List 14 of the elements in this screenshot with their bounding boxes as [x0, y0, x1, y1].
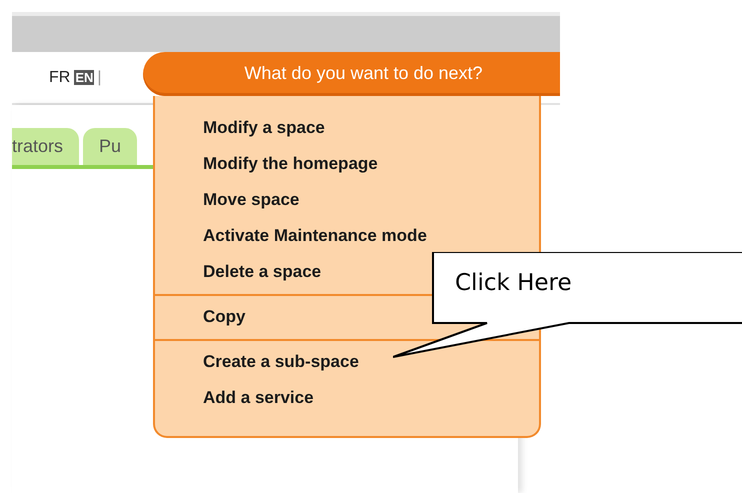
language-link[interactable]: EN — [74, 70, 94, 85]
tab[interactable]: trators — [12, 128, 80, 165]
language-link[interactable]: FR — [48, 68, 72, 86]
tab[interactable]: Pu — [83, 128, 138, 165]
menu-item[interactable]: Move space — [203, 182, 300, 218]
menu-item[interactable]: Create a sub-space — [203, 344, 359, 380]
click-here-tooltip: Click Here — [393, 252, 742, 358]
menu-item[interactable]: Modify a space — [203, 110, 325, 146]
separator-text: | — [97, 68, 102, 86]
menu-item[interactable]: Activate Maintenance mode — [203, 218, 427, 254]
menu-item[interactable]: Delete a space — [203, 254, 322, 290]
menu-item[interactable]: Modify the homepage — [203, 146, 378, 182]
menu-item[interactable]: Add a service — [203, 380, 314, 416]
menu-item[interactable]: Copy — [203, 299, 246, 335]
